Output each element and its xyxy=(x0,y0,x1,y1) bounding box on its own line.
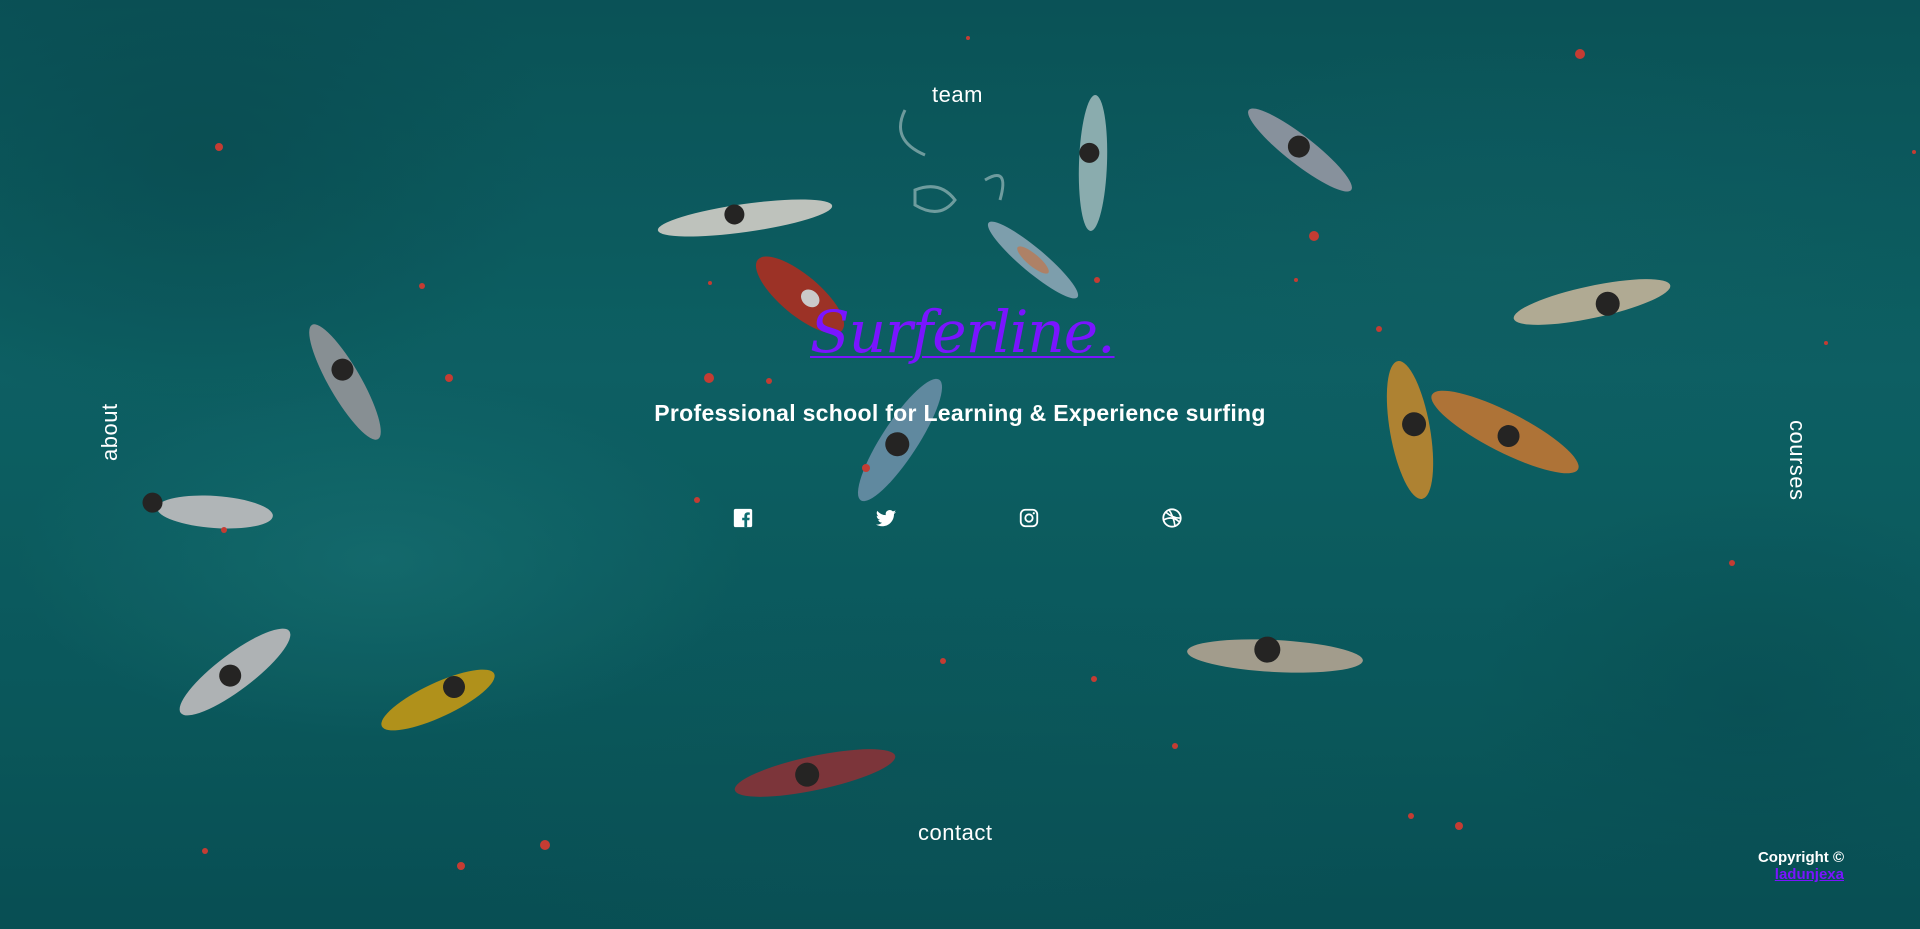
copyright: Copyright © ladunjexa xyxy=(1758,849,1844,883)
dribbble-icon xyxy=(1162,508,1182,528)
tagline: Professional school for Learning & Exper… xyxy=(654,400,1266,426)
dark-overlay xyxy=(0,0,1920,929)
nav-courses-link[interactable]: courses xyxy=(1784,420,1810,501)
instagram-link[interactable] xyxy=(1017,506,1041,530)
social-links xyxy=(0,506,1920,530)
dribbble-link[interactable] xyxy=(1160,506,1184,530)
twitter-icon xyxy=(875,510,897,527)
brand-logo[interactable]: Surferline. xyxy=(810,298,1116,366)
author-link[interactable]: ladunjexa xyxy=(1758,866,1844,883)
facebook-link[interactable] xyxy=(731,506,755,530)
copyright-text: Copyright © xyxy=(1757,849,1844,866)
facebook-icon xyxy=(733,508,753,528)
instagram-icon xyxy=(1019,508,1039,528)
twitter-link[interactable] xyxy=(874,506,898,530)
nav-contact-link[interactable]: contact xyxy=(918,820,992,846)
nav-team-link[interactable]: team xyxy=(932,82,983,108)
